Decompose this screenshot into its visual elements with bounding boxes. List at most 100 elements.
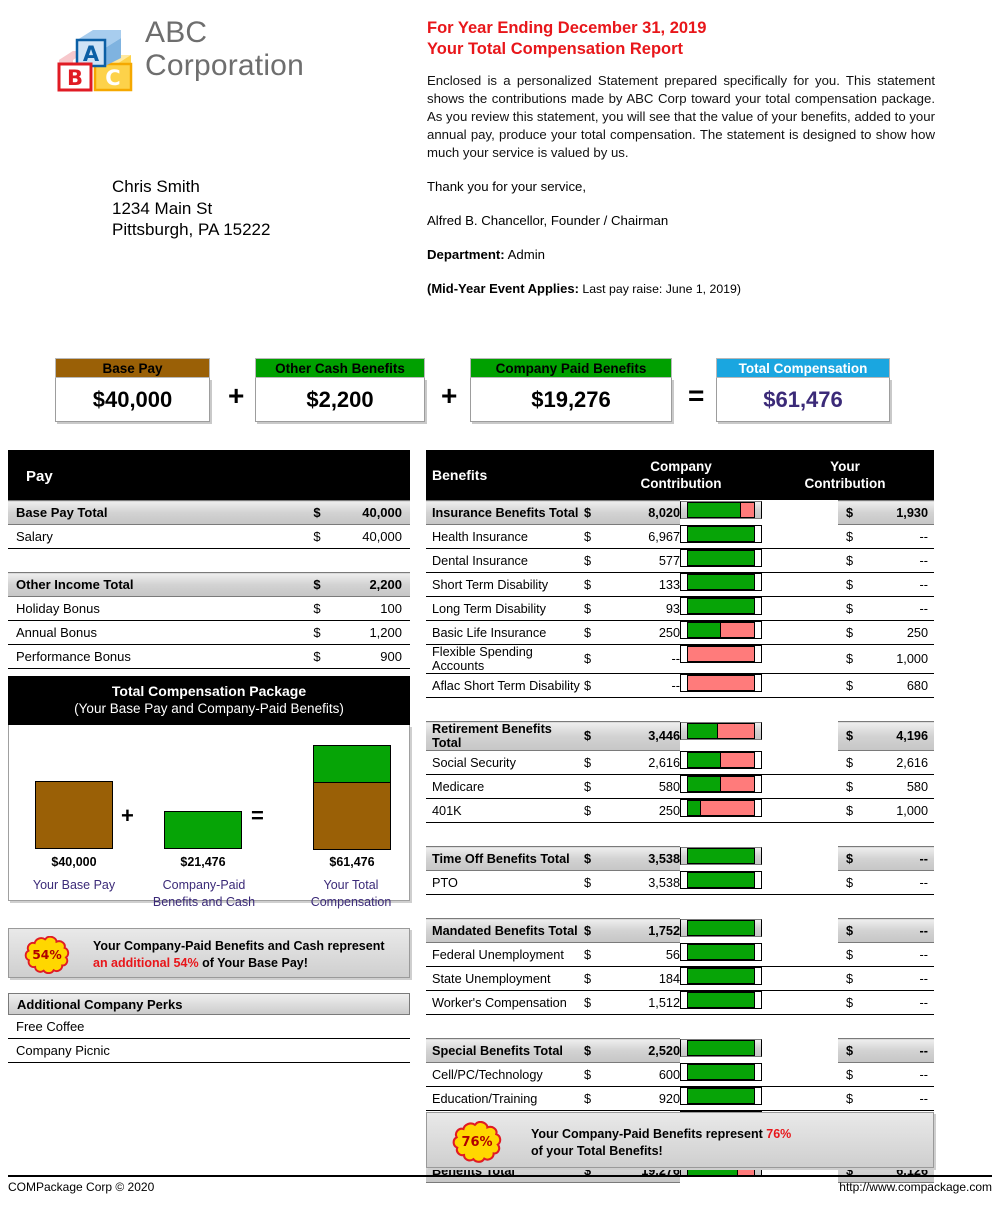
pay-panel: Pay Base Pay Total $40,000 Salary $40,000 Ot… [8,450,410,669]
benefits-table-spacer [426,697,934,722]
benefits-table-row: Medicare $580 $580 [426,775,934,799]
benefit-row-your-currency: $ [846,529,854,544]
benefit-row-contribution-bar [680,549,762,567]
benefits-table-row: Long Term Disability $93 $ -- [426,597,934,621]
summary-base-pay-label: Base Pay [55,358,210,378]
benefit-row-contribution-bar [680,750,762,769]
benefits-table-header: Benefits Company Contribution Your Contr… [426,450,934,500]
footer-url[interactable]: http://www.compackage.com [839,1180,992,1194]
benefit-row-company-amount: 184 [658,971,680,986]
benefit-row-your-currency: $ [846,995,854,1010]
benefit-row-label: Dental Insurance [432,553,528,568]
footer-copyright: COMPackage Corp © 2020 [8,1180,155,1194]
pay-row-label: Other Income Total [8,572,302,597]
benefit-row-your-amount: -- [919,1067,928,1082]
summary-other-cash-label: Other Cash Benefits [255,358,425,378]
benefit-row-label: 401K [432,803,462,818]
pay-row-label: Salary [16,529,53,544]
pay-table-row: Salary $40,000 [8,525,410,549]
benefits-badge-text: Your Company-Paid Benefits represent 76%… [531,1126,791,1160]
benefit-row-company-amount: 3,446 [618,721,680,751]
benefit-row-label: Insurance Benefits Total [426,500,584,525]
report-title-line1: For Year Ending December 31, 2019 [427,19,707,37]
benefit-row-company-currency: $ [584,601,592,616]
benefit-row-contribution-bar [680,991,762,1009]
summary-total-comp-value: $61,476 [716,378,890,422]
benefits-table-row: PTO $3,538 $ -- [426,870,934,895]
benefit-row-your-currency: $ [838,1038,868,1063]
benefit-row-company-currency: $ [584,875,592,890]
benefit-row-contribution-bar [680,1087,762,1105]
summary-operator-equals: = [688,380,705,411]
benefit-row-company-currency: $ [584,803,592,818]
base-pay-badge-text: Your Company-Paid Benefits and Cash repr… [93,938,385,972]
benefit-row-contribution-bar [680,967,762,985]
benefit-row-company-currency: $ [584,1038,618,1063]
contribution-bar [687,968,755,984]
contribution-bar [687,675,755,691]
benefit-row-your-currency: $ [846,947,854,962]
benefit-row-contribution-bar [680,942,762,961]
benefit-row-company-currency: $ [584,971,592,986]
chart-bar-total-basepay-segment [313,782,391,850]
company-logo: C A B ABC Corporation [55,16,405,98]
contribution-bar [687,598,755,614]
chart-title: Total Compensation Package [111,683,307,699]
base-pay-badge-percent-text: 54% [32,948,62,962]
chart-header: Total Compensation Package (Your Base Pa… [8,676,410,725]
benefit-row-your-amount: -- [919,577,928,592]
benefit-row-your-amount: -- [868,1038,934,1063]
recipient-street: 1234 Main St [112,198,213,218]
benefit-row-your-amount: -- [919,601,928,616]
pay-row-currency: $ [313,601,321,616]
benefits-header-col2: Company Contribution [606,450,756,500]
benefits-header-col2-line1: Company [650,459,712,474]
chart-plot-area: + = $40,000 $21,476 $61,476 Your Base Pa… [8,725,410,909]
benefit-row-your-currency: $ [838,721,868,751]
perks-header: Additional Company Perks [8,993,410,1015]
benefit-row-label: Special Benefits Total [426,1038,584,1063]
benefit-row-your-currency: $ [846,875,854,890]
benefit-row-your-currency: $ [846,1067,854,1082]
report-signer: Alfred B. Chancellor, Founder / Chairman [427,213,669,228]
benefits-table: Insurance Benefits Total $8,020 $1,930 Heal… [426,500,934,1183]
benefit-row-company-currency: $ [584,500,618,525]
report-thanks: Thank you for your service, [427,179,587,194]
summary-box-base-pay: Base Pay $40,000 [55,358,210,422]
benefit-row-your-currency: $ [846,971,854,986]
department-label: Department: [427,247,505,262]
benefit-row-company-currency: $ [584,1091,592,1106]
benefits-table-row: Education/Training $920 $ -- [426,1087,934,1111]
pay-row-amount: 2,200 [332,572,410,597]
base-pay-percentage-badge: 54% Your Company-Paid Benefits and Cash … [8,928,410,978]
pay-row-label: Performance Bonus [16,649,131,664]
benefits-table-spacer [426,894,934,919]
benefit-row-company-amount: 1,512 [648,995,680,1010]
pay-row-label: Holiday Bonus [16,601,100,616]
contribution-bar [687,1039,755,1056]
benefit-row-your-currency: $ [838,500,868,525]
pay-table-row: Performance Bonus $900 [8,645,410,669]
benefit-row-your-amount: -- [919,971,928,986]
benefit-row-your-amount: 1,930 [868,500,934,525]
benefit-row-your-currency: $ [846,577,854,592]
company-name-line1: ABC [145,16,208,49]
midyear-value: Last pay raise: June 1, 2019) [582,282,741,296]
perks-list: Free Coffee Company Picnic [8,1015,410,1063]
benefits-table-total-row: Insurance Benefits Total $8,020 $1,930 [426,500,934,525]
contribution-bar [687,1063,755,1080]
midyear-line: (Mid-Year Event Applies: Last pay raise:… [427,281,935,296]
benefit-row-your-currency: $ [846,803,854,818]
benefit-row-company-currency: $ [584,947,592,962]
page-header: C A B ABC Corporation Chris Smith 1234 M… [0,0,1000,345]
report-intro-block: For Year Ending December 31, 2019 Your T… [427,18,935,296]
report-title-line2: Your Total Compensation Report [427,39,684,58]
pay-row-currency: $ [302,572,332,597]
benefit-row-your-currency: $ [838,918,868,943]
pay-row-currency: $ [313,529,321,544]
contribution-bar [687,622,755,638]
benefit-row-your-currency: $ [846,678,854,693]
benefit-row-contribution-bar [680,870,762,889]
chart-bar-total-benefits-segment [313,745,391,783]
benefit-row-company-amount: 1,752 [618,918,680,943]
